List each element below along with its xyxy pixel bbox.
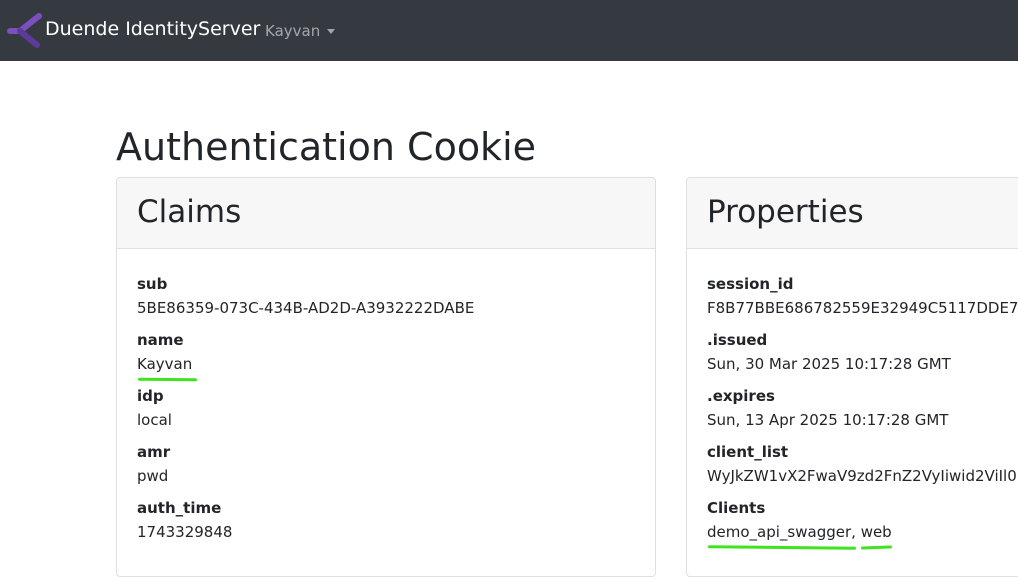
claim-value: 1743329848 — [137, 523, 233, 541]
user-dropdown[interactable]: Kayvan — [265, 21, 336, 41]
duende-logo-icon — [7, 13, 42, 48]
claim-item-auth-time: auth_time 1743329848 — [137, 495, 655, 551]
client-separator: , — [851, 523, 861, 541]
brand-name[interactable]: Duende IdentityServer — [45, 17, 260, 41]
claim-item-name: name Kayvan — [137, 327, 655, 383]
claim-value: local — [137, 411, 172, 429]
claim-name: name — [137, 331, 184, 349]
claim-name: idp — [137, 387, 164, 405]
claim-item-amr: amr pwd — [137, 439, 655, 495]
properties-card-header: Properties — [687, 178, 1018, 249]
claim-name: amr — [137, 443, 171, 461]
claims-heading: Claims — [137, 194, 242, 230]
client-name: demo_api_swagger — [707, 523, 852, 541]
property-item-clients: Clients demo_api_swagger, web — [707, 495, 1018, 551]
user-name[interactable]: Kayvan — [265, 21, 320, 41]
property-name: session_id — [707, 275, 794, 293]
page-title: Authentication Cookie — [116, 125, 537, 169]
claim-value: Kayvan — [137, 350, 655, 374]
property-name: client_list — [707, 443, 789, 461]
properties-list: session_id F8B77BBE686782559E32949C5117D… — [687, 249, 1018, 551]
property-name: Clients — [707, 499, 766, 517]
claim-value-highlighted: Kayvan — [137, 355, 193, 373]
property-name: .expires — [707, 387, 775, 405]
property-item-issued: .issued Sun, 30 Mar 2025 10:17:28 GMT — [707, 327, 1018, 383]
properties-heading: Properties — [707, 194, 864, 230]
claim-name: auth_time — [137, 499, 222, 517]
property-name: .issued — [707, 331, 768, 349]
top-navbar: Duende IdentityServer Kayvan — [0, 0, 1018, 61]
brand-link[interactable] — [6, 12, 42, 48]
property-value: Sun, 30 Mar 2025 10:17:28 GMT — [707, 355, 951, 373]
property-value: F8B77BBE686782559E32949C5117DDE7 — [707, 299, 1018, 317]
property-value: WyJkZW1vX2FwaV9zd2FnZ2VyIiwid2ViIl0 — [707, 467, 1017, 485]
property-value: demo_api_swagger, web — [707, 518, 1018, 542]
claim-item-idp: idp local — [137, 383, 655, 439]
property-item-client-list: client_list WyJkZW1vX2FwaV9zd2FnZ2VyIiwi… — [707, 439, 1018, 495]
caret-down-icon[interactable] — [327, 28, 336, 34]
claims-list: sub 5BE86359-073C-434B-AD2D-A3932222DABE… — [117, 249, 655, 551]
client-name: web — [860, 523, 892, 541]
claim-name: sub — [137, 275, 168, 293]
claim-value: 5BE86359-073C-434B-AD2D-A3932222DABE — [137, 299, 475, 317]
property-item-expires: .expires Sun, 13 Apr 2025 10:17:28 GMT — [707, 383, 1018, 439]
property-value: Sun, 13 Apr 2025 10:17:28 GMT — [707, 411, 949, 429]
claim-item-sub: sub 5BE86359-073C-434B-AD2D-A3932222DABE — [137, 271, 655, 327]
claim-value: pwd — [137, 467, 169, 485]
properties-card: Properties session_id F8B77BBE686782559E… — [686, 177, 1018, 577]
property-item-session-id: session_id F8B77BBE686782559E32949C5117D… — [707, 271, 1018, 327]
claims-card-header: Claims — [117, 178, 655, 249]
claims-card: Claims sub 5BE86359-073C-434B-AD2D-A3932… — [116, 177, 656, 577]
